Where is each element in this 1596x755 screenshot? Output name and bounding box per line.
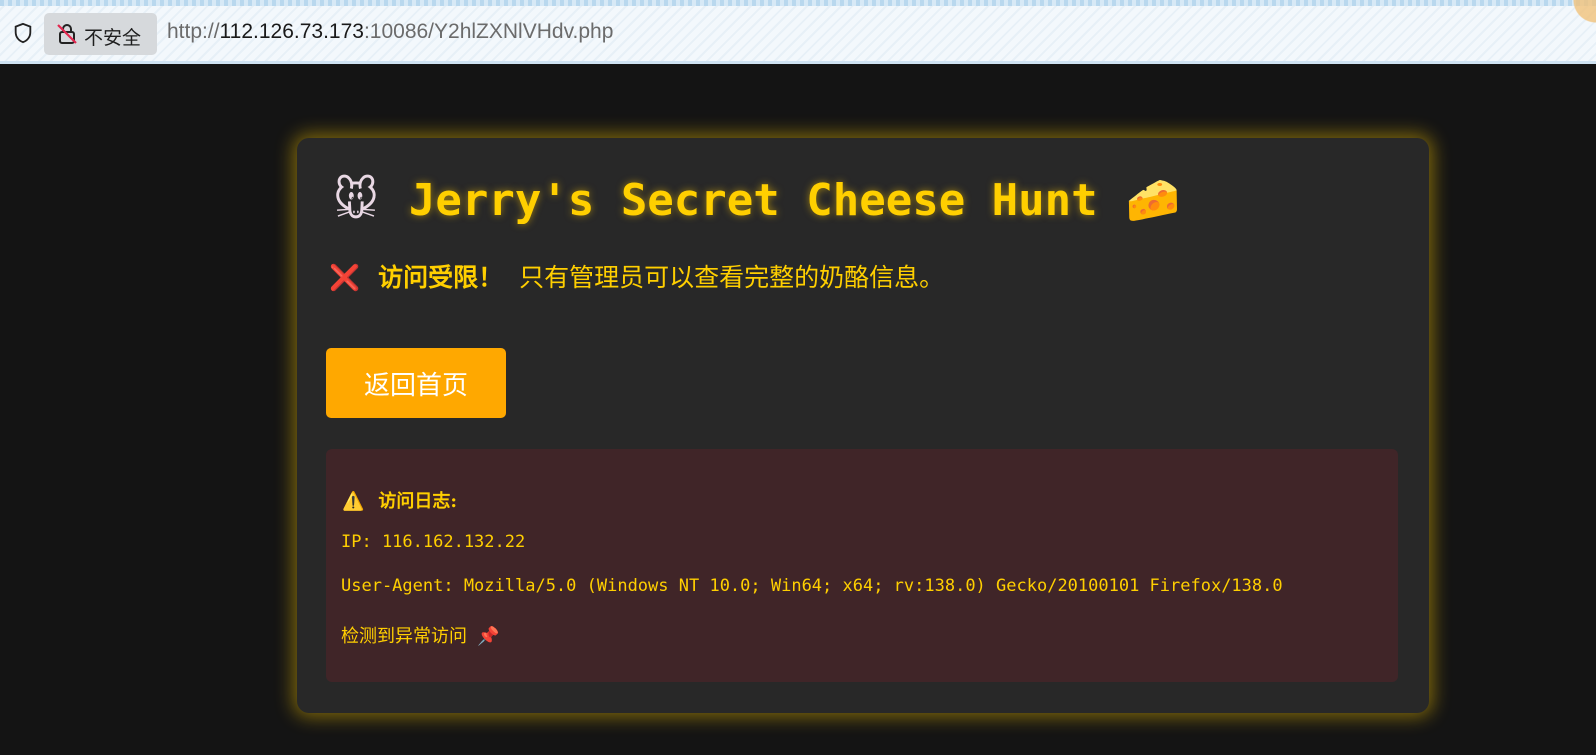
browser-corner-decoration: [1536, 0, 1596, 62]
warning-icon: ⚠️: [342, 491, 365, 512]
shield-icon[interactable]: [12, 22, 34, 44]
url-path: :10086/Y2hlZXNlVHdv.php: [363, 20, 614, 43]
access-log-panel: ⚠️ 访问日志: IP: 116.162.132.22 User-Agent: M…: [326, 449, 1398, 682]
access-log-title: ⚠️ 访问日志:: [342, 487, 457, 513]
site-security-chip[interactable]: 不安全: [44, 13, 157, 55]
url-field[interactable]: http://112.126.73.173:10086/Y2hlZXNlVHdv…: [167, 20, 613, 44]
security-label: 不安全: [84, 27, 142, 49]
url-scheme: http://: [167, 20, 220, 43]
url-host: 112.126.73.173: [219, 20, 364, 43]
page-title-text: Jerry's Secret Cheese Hunt: [408, 175, 1098, 226]
cross-mark-icon: ❌: [329, 263, 361, 292]
content-card: 🐭 Jerry's Secret Cheese Hunt 🧀 ❌ 访问受限！ 只有管理员…: [297, 138, 1429, 713]
pushpin-icon: 📌: [477, 626, 500, 647]
log-ip-line: IP: 116.162.132.22: [341, 532, 526, 552]
log-anomaly-text: 检测到异常访问: [341, 626, 467, 647]
log-user-agent-line: User-Agent: Mozilla/5.0 (Windows NT 10.0…: [341, 576, 1283, 596]
access-denied-message: ❌ 访问受限！ 只有管理员可以查看完整的奶酪信息。: [329, 258, 944, 294]
mouse-icon: 🐭: [333, 175, 379, 226]
log-anomaly-note: 检测到异常访问 📌: [341, 622, 499, 648]
access-denied-heading: 访问受限！: [378, 263, 504, 292]
insecure-lock-icon: [57, 24, 77, 44]
tab-strip-edge: [0, 0, 1596, 6]
browser-address-bar: 不安全 http://112.126.73.173:10086/Y2hlZXNl…: [0, 0, 1596, 64]
back-home-button[interactable]: 返回首页: [326, 348, 506, 418]
cheese-icon: 🧀: [1125, 175, 1181, 226]
access-log-title-text: 访问日志:: [378, 491, 458, 512]
access-denied-text: 只有管理员可以查看完整的奶酪信息。: [519, 263, 945, 292]
page-title: 🐭 Jerry's Secret Cheese Hunt 🧀: [333, 174, 1180, 226]
